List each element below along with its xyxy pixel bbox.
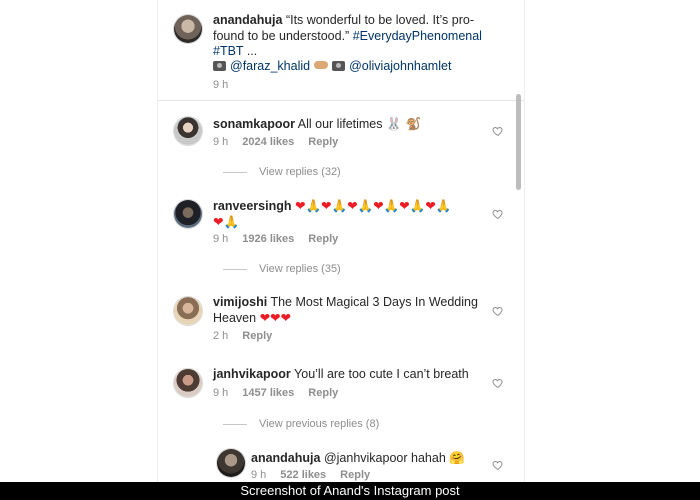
view-replies-label[interactable]: View previous replies (8) bbox=[259, 418, 379, 430]
caption-timestamp: 9 h bbox=[213, 79, 229, 91]
reply-timestamp: 9 h bbox=[251, 469, 267, 481]
hashtag-tbt[interactable]: #TBT bbox=[213, 44, 243, 58]
comments-panel: anandahuja “Its wonderful to be loved. I… bbox=[157, 0, 525, 482]
heart-outline-icon[interactable] bbox=[492, 377, 504, 389]
comment-text: sonamkapoor All our lifetimes 🐰 🐒 bbox=[213, 115, 421, 133]
comment-text-2: ❤🙏 bbox=[213, 213, 239, 231]
mention-faraz-khalid[interactable]: @faraz_khalid bbox=[230, 59, 310, 73]
camera-icon bbox=[213, 61, 226, 71]
view-replies-label[interactable]: View replies (35) bbox=[259, 263, 341, 275]
comment-text-2: Heaven ❤❤❤ bbox=[213, 309, 291, 327]
comment-text: janhvikapoor You’ll are too cute I can’t… bbox=[213, 366, 469, 383]
pointing-finger-icon bbox=[314, 61, 329, 69]
caption-text-2: found to be understood.” bbox=[213, 29, 350, 43]
comment-meta: 2 h Reply bbox=[213, 330, 272, 342]
avatar[interactable] bbox=[173, 199, 203, 229]
likes-count[interactable]: 2024 likes bbox=[242, 136, 294, 148]
heart-outline-icon[interactable] bbox=[492, 125, 504, 137]
reply-button[interactable]: Reply bbox=[308, 387, 338, 399]
comment-emoji: ❤🙏❤🙏❤🙏❤🙏❤🙏❤🙏 bbox=[295, 198, 452, 213]
avatar[interactable] bbox=[173, 368, 203, 398]
caption-line-1: anandahuja “Its wonderful to be loved. I… bbox=[213, 12, 474, 29]
caption-line-4: @faraz_khalid @oliviajohnhamlet bbox=[213, 58, 451, 75]
avatar[interactable] bbox=[173, 14, 203, 44]
reply-divider bbox=[223, 423, 247, 425]
comment-username[interactable]: vimijoshi bbox=[213, 295, 267, 309]
hashtag-everydayphenomenal[interactable]: #EverydayPhenomenal bbox=[353, 29, 482, 43]
comment-body: All our lifetimes bbox=[297, 117, 383, 131]
heart-outline-icon[interactable] bbox=[492, 459, 504, 471]
comment-text: ranveersingh ❤🙏❤🙏❤🙏❤🙏❤🙏❤🙏 bbox=[213, 197, 451, 215]
reply-username[interactable]: anandahuja bbox=[251, 451, 320, 465]
mention-oliviajohnhamlet[interactable]: @oliviajohnhamlet bbox=[349, 59, 451, 73]
divider bbox=[158, 100, 524, 101]
reply-body: hahah bbox=[411, 451, 446, 465]
comment-meta: 9 h 2024 likes Reply bbox=[213, 136, 338, 148]
comment-emoji: 🐰 🐒 bbox=[386, 116, 422, 131]
caption-username[interactable]: anandahuja bbox=[213, 13, 282, 27]
view-replies-button[interactable]: View replies (32) bbox=[223, 166, 341, 178]
reply-button[interactable]: Reply bbox=[308, 136, 338, 148]
comment-username[interactable]: sonamkapoor bbox=[213, 117, 295, 131]
scrollbar[interactable] bbox=[516, 94, 521, 190]
reply-emoji: 🤗 bbox=[449, 450, 465, 465]
reply-mention[interactable]: @janhvikapoor bbox=[324, 451, 408, 465]
comment-meta: 9 h 1926 likes Reply bbox=[213, 233, 338, 245]
reply-divider bbox=[223, 268, 247, 270]
reply-button[interactable]: Reply bbox=[242, 330, 272, 342]
comment-timestamp: 9 h bbox=[213, 233, 229, 245]
reply-button[interactable]: Reply bbox=[308, 233, 338, 245]
comment-meta: 9 h 1457 likes Reply bbox=[213, 387, 338, 399]
likes-count[interactable]: 1457 likes bbox=[242, 387, 294, 399]
comment-username[interactable]: janhvikapoor bbox=[213, 367, 291, 381]
avatar[interactable] bbox=[173, 116, 203, 146]
reply-text: anandahuja @janhvikapoor hahah 🤗 bbox=[251, 449, 465, 467]
avatar[interactable] bbox=[173, 296, 203, 326]
camera-icon bbox=[332, 61, 346, 71]
reply-divider bbox=[223, 171, 247, 173]
reply-meta: 9 h 522 likes Reply bbox=[251, 469, 370, 481]
comment-body: Heaven bbox=[213, 311, 257, 325]
comment-timestamp: 9 h bbox=[213, 136, 229, 148]
heart-outline-icon[interactable] bbox=[492, 305, 504, 317]
comment-username[interactable]: ranveersingh bbox=[213, 199, 292, 213]
comment-timestamp: 9 h bbox=[213, 387, 229, 399]
view-previous-replies-button[interactable]: View previous replies (8) bbox=[223, 418, 379, 430]
comment-emoji: ❤🙏 bbox=[213, 214, 240, 229]
caption-text: “Its wonderful to be loved. It’s pro- bbox=[285, 13, 475, 27]
comment-body: The Most Magical 3 Days In Wedding bbox=[270, 295, 478, 309]
view-replies-button[interactable]: View replies (35) bbox=[223, 263, 341, 275]
caption-banner: Screenshot of Anand's Instagram post bbox=[0, 482, 700, 500]
likes-count[interactable]: 522 likes bbox=[280, 469, 326, 481]
reply-button[interactable]: Reply bbox=[340, 469, 370, 481]
comment-emoji: ❤❤❤ bbox=[259, 310, 291, 325]
comment-timestamp: 2 h bbox=[213, 330, 229, 342]
likes-count[interactable]: 1926 likes bbox=[242, 233, 294, 245]
comment-body: You’ll are too cute I can’t breath bbox=[294, 367, 469, 381]
view-replies-label[interactable]: View replies (32) bbox=[259, 166, 341, 178]
heart-outline-icon[interactable] bbox=[492, 208, 504, 220]
caption-ellipsis: ... bbox=[246, 44, 258, 58]
avatar[interactable] bbox=[216, 448, 246, 478]
